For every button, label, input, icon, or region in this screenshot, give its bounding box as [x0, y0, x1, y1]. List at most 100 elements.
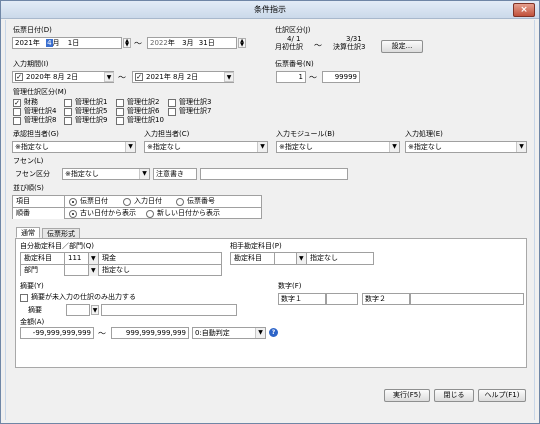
input-module-dropdown[interactable]: ※指定なし ▼ [276, 141, 400, 153]
management-journal-option-label: 管理仕訳3 [179, 98, 212, 106]
management-journal-checkbox[interactable] [64, 99, 72, 107]
own-account-code-input[interactable]: 111 [65, 253, 89, 264]
management-journal-option-label: 管理仕訳4 [24, 107, 57, 115]
entry-person-dropdown[interactable]: ※指定なし ▼ [144, 141, 268, 153]
management-journal-checkbox[interactable] [168, 99, 176, 107]
approver-label: 承認担当者(G) [13, 130, 59, 138]
input-process-label: 入力処理(E) [405, 130, 443, 138]
own-account-chevron-down-icon[interactable]: ▼ [89, 253, 99, 264]
input-process-value: ※指定なし [408, 143, 442, 151]
management-journal-checkbox[interactable] [168, 108, 176, 116]
slip-date-to-field[interactable]: 2022年 3月 31日 [147, 37, 237, 49]
execute-button[interactable]: 実行(F5) [384, 389, 430, 402]
slip-number-to-field[interactable]: 99999 [322, 71, 360, 83]
management-journal-label: 管理仕訳区分(M) [13, 88, 67, 96]
summary-unentered-checkbox[interactable] [20, 294, 28, 302]
counter-account-chevron-down-icon[interactable]: ▼ [297, 253, 307, 264]
entry-person-label: 入力担当者(C) [144, 130, 190, 138]
fusen-label: フセン(L) [13, 157, 44, 165]
sort-item-label: 項目 [13, 196, 65, 207]
sort-radio[interactable] [146, 210, 154, 218]
slip-date-to-spinner[interactable]: ▲ ▼ [238, 38, 246, 48]
slip-number-from-field[interactable]: 1 [276, 71, 306, 83]
journal-category-from-name: 月初仕訳 [275, 43, 303, 51]
own-account-grid: 勘定科目 111 ▼ 現金 部門 ▼ 指定なし [20, 252, 222, 276]
fusen-category-label: フセン区分 [15, 170, 50, 178]
number2-input[interactable] [410, 293, 524, 305]
management-journal-checkbox[interactable] [116, 99, 124, 107]
own-dept-chevron-down-icon[interactable]: ▼ [89, 265, 99, 276]
input-period-from-field[interactable]: 2020年 8月 2日 [12, 71, 114, 83]
journal-settings-button[interactable]: 設定... [381, 40, 423, 53]
input-period-from-dropdown-icon[interactable]: ▼ [104, 72, 114, 82]
year-suffix: 年 [167, 39, 175, 47]
management-journal-checkbox[interactable] [13, 108, 21, 116]
input-period-separator: 〜 [118, 73, 126, 82]
fusen-category-value: ※指定なし [65, 170, 99, 178]
own-dept-label: 部門 [21, 265, 65, 276]
help-button[interactable]: ヘルプ(F1) [478, 389, 526, 402]
input-period-to-dropdown-icon[interactable]: ▼ [224, 72, 234, 82]
input-period-to-field[interactable]: 2021年 8月 2日 [132, 71, 234, 83]
number1-input[interactable] [326, 293, 358, 305]
sort-radio-label: 新しい日付から表示 [157, 209, 220, 217]
own-dept-code-input[interactable] [65, 265, 89, 276]
tab[interactable]: 伝票形式 [42, 228, 80, 239]
tab[interactable]: 通常 [16, 227, 40, 238]
slip-date-from-spinner[interactable]: ▲ ▼ [123, 38, 131, 48]
chevron-down-icon: ▼ [389, 142, 399, 152]
number2-label: 数字２ [362, 293, 410, 305]
chevron-down-icon: ▼ [257, 142, 267, 152]
management-journal-option-label: 管理仕訳6 [127, 107, 160, 115]
fusen-note-label: 注意書き [153, 168, 197, 180]
summary-code-input[interactable] [66, 304, 90, 316]
own-account-label: 自分勘定科目／部門(Q) [20, 242, 94, 250]
chevron-down-icon: ▼ [516, 142, 526, 152]
chevron-down-icon: ▼ [255, 328, 265, 338]
own-account-subject-label: 勘定科目 [21, 253, 65, 264]
counter-account-subject-label: 勘定科目 [231, 253, 275, 264]
sort-radio-label: 入力日付 [134, 197, 162, 205]
sort-radio[interactable] [69, 210, 77, 218]
management-journal-checkbox[interactable] [13, 117, 21, 125]
slip-date-to-day: 31 [198, 39, 208, 47]
slip-date-label: 伝票日付(D) [13, 26, 52, 34]
close-dialog-button[interactable]: 閉じる [434, 389, 474, 402]
slip-date-to-year: 2022 [150, 39, 168, 47]
management-journal-checkbox[interactable] [64, 117, 72, 125]
sort-radio[interactable] [69, 198, 77, 206]
journal-category-to-name: 決算仕訳3 [333, 43, 366, 51]
management-journal-checkbox[interactable] [116, 108, 124, 116]
summary-chevron-down-icon[interactable]: ▼ [91, 305, 99, 315]
sort-radio[interactable] [176, 198, 184, 206]
approver-value: ※指定なし [15, 143, 49, 151]
numbers-label: 数字(F) [278, 282, 302, 290]
amount-mode-dropdown[interactable]: 0:自動判定 ▼ [192, 327, 266, 339]
sort-radio[interactable] [123, 198, 131, 206]
summary-field-label: 摘要 [28, 306, 42, 314]
management-journal-checkbox[interactable] [116, 117, 124, 125]
approver-dropdown[interactable]: ※指定なし ▼ [12, 141, 136, 153]
fusen-note-input[interactable] [200, 168, 348, 180]
amount-to-input[interactable]: 999,999,999,999 [111, 327, 189, 339]
summary-text-input[interactable] [101, 304, 237, 316]
help-icon[interactable]: ? [269, 328, 278, 337]
amount-from-input[interactable]: -99,999,999,999 [20, 327, 94, 339]
fusen-category-dropdown[interactable]: ※指定なし ▼ [62, 168, 150, 180]
input-period-from-checkbox[interactable]: ✓ [15, 73, 23, 81]
input-period-to-checkbox[interactable]: ✓ [135, 73, 143, 81]
input-period-from-value: 2020年 8月 2日 [26, 73, 79, 81]
management-journal-option-label: 管理仕訳7 [179, 107, 212, 115]
management-journal-checkbox[interactable] [64, 108, 72, 116]
management-journal-checkbox[interactable]: ✓ [13, 99, 21, 107]
management-journal-option-label: 管理仕訳5 [75, 107, 108, 115]
month-suffix: 月 [186, 39, 194, 47]
close-button[interactable]: × [513, 3, 535, 17]
counter-account-name: 指定なし [310, 254, 338, 262]
slip-date-separator: 〜 [134, 39, 142, 48]
slip-date-from-field[interactable]: 2021年 4月 1日 [12, 37, 122, 49]
input-process-dropdown[interactable]: ※指定なし ▼ [405, 141, 527, 153]
counter-account-code-input[interactable] [275, 253, 297, 264]
number1-label: 数字１ [278, 293, 326, 305]
amount-label: 金額(A) [20, 318, 45, 326]
